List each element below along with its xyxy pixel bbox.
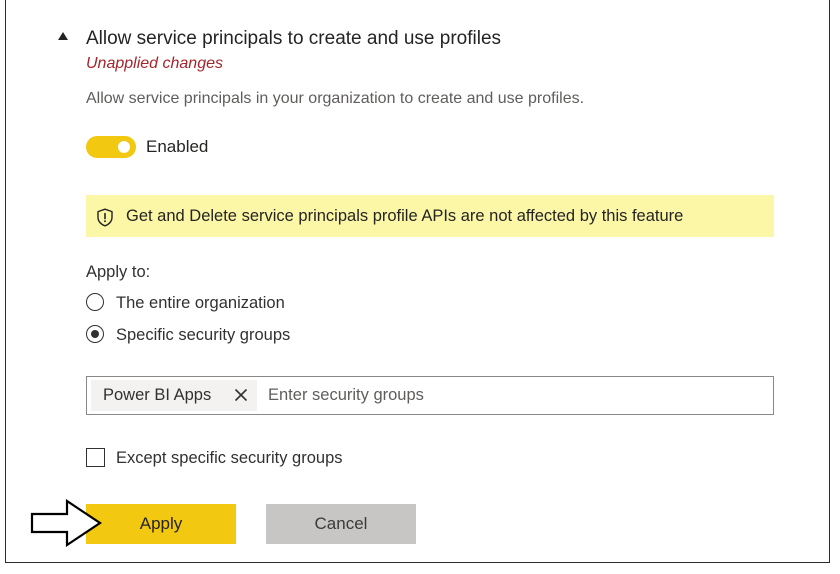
setting-description: Allow service principals in your organiz…	[86, 90, 585, 107]
security-group-chip-label: Power BI Apps	[103, 386, 212, 404]
apply-to-label: Apply to:	[86, 263, 151, 281]
info-banner-text: Get and Delete service principals profil…	[126, 207, 684, 225]
radio-specific-security-groups-label[interactable]: Specific security groups	[116, 326, 290, 345]
radio-entire-organization-label[interactable]: The entire organization	[116, 294, 285, 313]
toggle-label: Enabled	[146, 137, 209, 156]
apply-button[interactable]: Apply	[86, 504, 236, 544]
shield-icon	[97, 208, 113, 227]
cancel-button[interactable]: Cancel	[266, 504, 416, 544]
collapse-triangle-icon[interactable]	[58, 32, 68, 40]
enabled-toggle[interactable]	[86, 136, 136, 158]
close-icon[interactable]	[233, 387, 249, 403]
unapplied-changes-label: Unapplied changes	[86, 55, 223, 72]
except-groups-checkbox[interactable]	[86, 448, 105, 467]
radio-specific-security-groups[interactable]	[86, 325, 104, 343]
setting-title: Allow service principals to create and u…	[86, 28, 502, 49]
radio-entire-organization[interactable]	[86, 293, 104, 311]
security-group-chip: Power BI Apps	[91, 380, 257, 411]
arrow-right-icon	[30, 499, 102, 547]
info-banner: Get and Delete service principals profil…	[86, 195, 774, 237]
security-groups-input[interactable]	[268, 379, 748, 412]
security-groups-picker[interactable]: Power BI Apps	[86, 376, 774, 415]
except-groups-label[interactable]: Except specific security groups	[116, 449, 343, 468]
toggle-knob	[118, 141, 130, 153]
radio-selected-dot	[91, 330, 99, 338]
